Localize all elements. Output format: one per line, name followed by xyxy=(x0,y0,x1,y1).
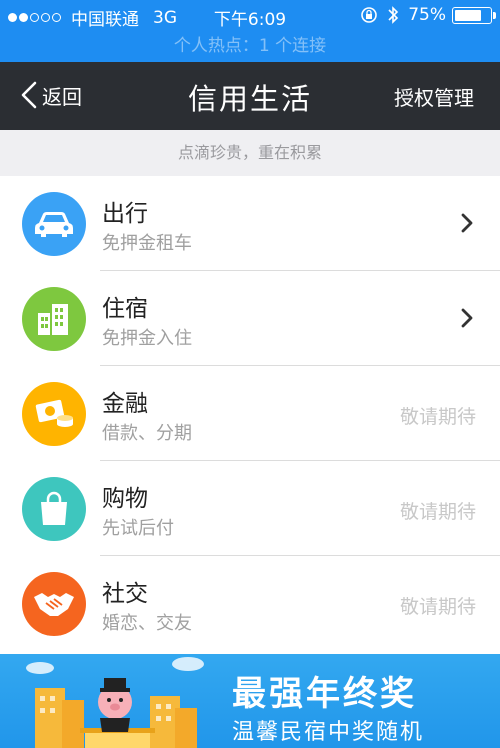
service-list: 出行 免押金租车 住宿 免押金入住 金融 借款、分期 敬请期待 购物 先试后付 … xyxy=(0,176,500,651)
list-item-social[interactable]: 社交 婚恋、交友 敬请期待 xyxy=(0,556,500,651)
item-title: 金融 xyxy=(102,391,148,417)
item-subtitle: 婚恋、交友 xyxy=(102,613,192,634)
banner-illustration xyxy=(26,657,204,748)
coming-soon-label: 敬请期待 xyxy=(399,501,476,523)
item-subtitle: 免押金租车 xyxy=(102,233,192,254)
item-title: 住宿 xyxy=(102,296,148,322)
battery-percent: 75% xyxy=(408,5,446,25)
building-icon xyxy=(22,287,86,351)
hotspot-banner[interactable]: 个人热点：1 个连接 xyxy=(0,32,500,62)
item-title: 购物 xyxy=(102,486,148,512)
item-subtitle: 免押金入住 xyxy=(102,328,192,349)
item-subtitle: 先试后付 xyxy=(102,518,174,539)
chevron-right-icon xyxy=(461,308,473,328)
money-icon xyxy=(22,382,86,446)
chevron-right-icon xyxy=(461,213,473,233)
coming-soon-label: 敬请期待 xyxy=(399,406,476,428)
battery-icon xyxy=(452,6,496,24)
list-item-travel[interactable]: 出行 免押金租车 xyxy=(0,176,500,271)
list-item-shopping[interactable]: 购物 先试后付 敬请期待 xyxy=(0,461,500,556)
item-subtitle: 借款、分期 xyxy=(102,423,192,444)
item-title: 出行 xyxy=(102,201,148,227)
banner-headline: 最强年终奖 xyxy=(232,674,417,714)
tagline: 点滴珍贵，重在积累 xyxy=(0,130,500,176)
authorization-management-button[interactable]: 授权管理 xyxy=(394,82,474,111)
coming-soon-label: 敬请期待 xyxy=(399,596,476,618)
list-item-lodging[interactable]: 住宿 免押金入住 xyxy=(0,271,500,366)
status-bar: 中国联通 3G 下午6:09 75% xyxy=(0,0,500,32)
shopping-bag-icon xyxy=(22,477,86,541)
rotation-lock-icon xyxy=(361,7,378,23)
promo-banner[interactable]: 最强年终奖 温馨民宿中奖随机 xyxy=(0,654,500,748)
list-item-finance[interactable]: 金融 借款、分期 敬请期待 xyxy=(0,366,500,461)
nav-bar: 返回 信用生活 授权管理 xyxy=(0,62,500,130)
item-title: 社交 xyxy=(102,581,148,607)
car-icon xyxy=(22,192,86,256)
bluetooth-icon xyxy=(388,6,399,24)
handshake-icon xyxy=(22,572,86,636)
banner-subline: 温馨民宿中奖随机 xyxy=(232,720,425,745)
